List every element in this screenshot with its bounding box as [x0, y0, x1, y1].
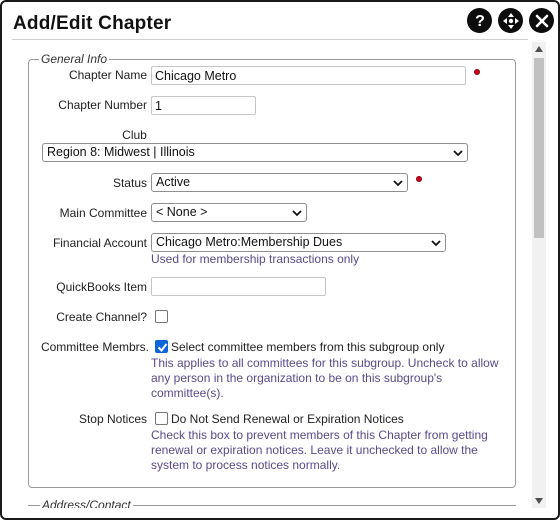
committee-members-checkbox[interactable]: [155, 340, 168, 353]
main-committee-label: Main Committee: [59, 206, 147, 220]
committee-members-help-text: This applies to all committees for this …: [151, 356, 499, 400]
chevron-down-icon: [393, 177, 403, 191]
svg-text:?: ?: [475, 13, 485, 29]
chapter-number-label: Chapter Number: [58, 98, 147, 112]
stop-notices-label: Stop Notices: [78, 412, 147, 426]
quickbooks-item-input[interactable]: [151, 277, 326, 296]
committee-members-option-label[interactable]: Select committee members from this subgr…: [171, 340, 444, 354]
create-channel-label: Create Channel?: [56, 310, 147, 324]
help-button[interactable]: ?: [467, 8, 492, 33]
close-x-icon: [535, 14, 549, 28]
status-selected-value: Active: [156, 175, 191, 189]
dialog-title: Add/Edit Chapter: [13, 13, 172, 34]
scroll-up-arrow-icon[interactable]: [532, 42, 546, 56]
dialog-titlebar: Add/Edit Chapter ?: [2, 2, 558, 40]
general-info-legend: General Info: [41, 52, 108, 66]
chapter-name-label: Chapter Name: [68, 68, 147, 82]
move-button[interactable]: [498, 8, 523, 33]
scrollbar-thumb[interactable]: [534, 58, 544, 238]
chevron-down-icon: [431, 237, 441, 251]
titlebar-divider: [12, 39, 528, 40]
financial-account-help-text: Used for membership transactions only: [151, 252, 360, 266]
financial-account-label: Financial Account: [52, 236, 147, 250]
stop-notices-option-label[interactable]: Do Not Send Renewal or Expiration Notice…: [171, 412, 404, 426]
main-committee-select[interactable]: < None >: [151, 203, 307, 222]
scroll-down-arrow-icon[interactable]: [532, 494, 546, 508]
address-contact-legend: Address/Contact: [40, 498, 133, 508]
chapter-number-input[interactable]: [151, 96, 256, 115]
chapter-name-input[interactable]: [151, 66, 466, 85]
required-indicator-icon: [474, 69, 480, 75]
financial-account-selected-value: Chicago Metro:Membership Dues: [156, 235, 343, 249]
club-select[interactable]: Region 8: Midwest | Illinois: [42, 143, 468, 162]
committee-members-label: Committee Membrs.: [40, 340, 149, 354]
close-button[interactable]: [529, 8, 554, 33]
add-edit-chapter-dialog: Add/Edit Chapter ? General Info Chapter …: [0, 0, 560, 520]
dialog-content: General Info Chapter Name Chapter Number…: [2, 42, 532, 508]
required-indicator-icon: [416, 176, 422, 182]
financial-account-select[interactable]: Chicago Metro:Membership Dues: [151, 233, 446, 252]
create-channel-checkbox[interactable]: [155, 310, 168, 323]
club-label: Club: [122, 128, 147, 142]
stop-notices-checkbox[interactable]: [155, 412, 168, 425]
main-committee-selected-value: < None >: [156, 205, 208, 219]
club-selected-value: Region 8: Midwest | Illinois: [47, 145, 195, 159]
status-label: Status: [112, 176, 147, 190]
question-circle-icon: ?: [473, 13, 487, 29]
vertical-scrollbar[interactable]: [532, 42, 546, 508]
status-select[interactable]: Active: [151, 173, 408, 192]
quickbooks-item-label: QuickBooks Item: [56, 280, 147, 294]
address-contact-fieldset: Address/Contact: [28, 498, 516, 508]
stop-notices-help-text: Check this box to prevent members of thi…: [151, 428, 488, 472]
move-arrows-icon: [502, 12, 520, 30]
chevron-down-icon: [292, 207, 302, 221]
chevron-down-icon: [453, 147, 463, 161]
